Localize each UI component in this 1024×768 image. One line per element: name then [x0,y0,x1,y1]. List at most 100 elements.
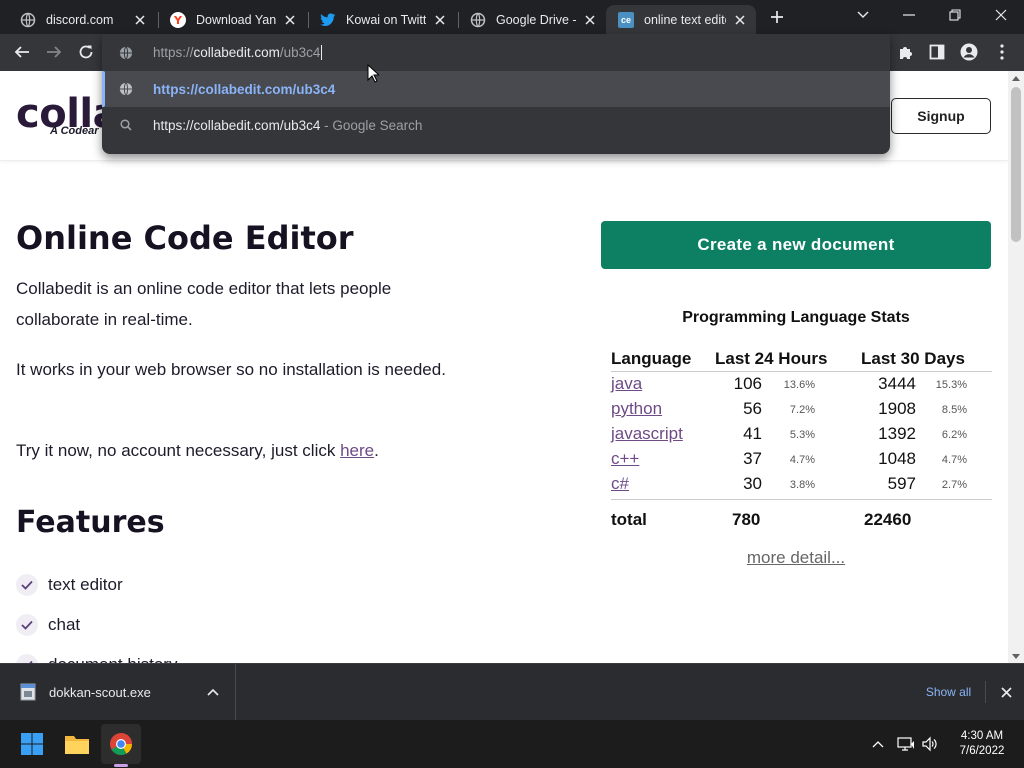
globe-icon [20,12,36,28]
total-last30: 22460 [864,510,912,529]
address-text: https://collabedit.com/ub3c4 [153,44,323,61]
kebab-menu-icon [1000,44,1004,60]
page-title: Online Code Editor [16,219,354,257]
scroll-down-arrow-icon[interactable] [1008,649,1024,663]
tab-search-button[interactable] [840,0,886,30]
close-icon [995,9,1007,21]
last30-count: 1392 [878,424,916,443]
tab-yandex[interactable]: Y Download Yand [158,5,306,34]
volume-icon[interactable] [920,734,940,754]
check-icon [16,574,38,596]
url-scheme: https:// [153,44,194,60]
back-button[interactable] [8,38,36,66]
forward-button[interactable] [40,38,68,66]
close-tab-icon[interactable] [282,12,298,28]
chevron-up-icon [872,741,884,748]
download-bar: dokkan-scout.exe Show all [0,663,1024,720]
text-caret [321,45,323,61]
language-link[interactable]: c++ [611,449,639,468]
table-row: c# 30 3.8% 597 2.7% [611,472,992,497]
last30-percent: 6.2% [941,429,967,441]
new-tab-button[interactable] [767,7,787,27]
clock-time: 4:30 AM [960,730,1004,742]
site-logo-subtitle: A Codear [50,125,99,137]
language-link[interactable]: c# [611,474,629,493]
total-row: total 780 22460 [611,499,992,531]
close-tab-icon[interactable] [732,12,748,28]
table-header-row: Language Last 24 Hours Last 30 Days [611,346,992,372]
close-tab-icon[interactable] [582,12,598,28]
signup-button[interactable]: Signup [891,98,991,134]
search-icon [118,117,134,133]
last24-percent: 4.7% [789,454,815,466]
tab-google-drive[interactable]: Google Drive - V [458,5,606,34]
create-document-button[interactable]: Create a new document [601,221,991,269]
network-icon[interactable] [896,734,916,754]
language-cell: c# [611,474,629,494]
more-detail-link[interactable]: more detail... [601,548,991,568]
scroll-up-arrow-icon[interactable] [1008,71,1024,85]
download-file-name: dokkan-scout.exe [49,685,151,700]
restore-button[interactable] [932,0,978,30]
chevron-up-icon[interactable] [205,684,221,700]
show-all-downloads-button[interactable]: Show all [912,681,986,703]
show-hidden-icons-button[interactable] [868,734,888,754]
omnibox-suggestion-url[interactable]: https://collabedit.com/ub3c4 [102,71,890,107]
suggestion-url-text: https://collabedit.com/ub3c4 [153,81,336,97]
download-item[interactable]: dokkan-scout.exe [0,664,236,720]
close-download-bar-icon[interactable] [998,684,1014,700]
page-scrollbar[interactable] [1008,71,1024,663]
scrollbar-thumb[interactable] [1011,87,1021,242]
feature-item: text editor [16,573,123,597]
puzzle-icon [900,47,912,59]
menu-button[interactable] [988,38,1016,66]
intro-paragraph: Collabedit is an online code editor that… [16,279,392,329]
close-tab-icon[interactable] [132,12,148,28]
tab-title: Google Drive - V [496,12,576,27]
total-label: total [611,510,647,529]
feature-label: chat [48,615,81,634]
tab-title: online text editor [644,12,726,27]
close-tab-icon[interactable] [432,12,448,28]
table-row: javascript 41 5.3% 1392 6.2% [611,422,992,447]
here-link[interactable]: here [340,441,374,460]
mouse-cursor-icon [367,64,379,83]
language-link[interactable]: javascript [611,424,683,443]
svg-text:Y: Y [173,14,183,27]
twitter-icon [320,12,336,28]
chrome-taskbar-button[interactable] [101,724,141,764]
yandex-icon: Y [170,11,186,28]
last30-percent: 2.7% [941,479,967,491]
last30-percent: 15.3% [935,379,967,391]
table-row: java 106 13.6% 3444 15.3% [611,372,992,397]
suggestion-search-suffix: - Google Search [320,117,423,133]
tab-collabedit[interactable]: ce online text editor [606,5,756,34]
globe-icon [118,81,134,97]
extensions-button[interactable] [892,38,920,66]
try-end: . [374,441,379,460]
collabedit-icon: ce [618,11,634,28]
language-link[interactable]: python [611,399,662,418]
language-cell: javascript [611,424,683,444]
taskbar-clock[interactable]: 4:30 AM 7/6/2022 [952,729,1012,759]
tab-title: Kowai on Twitte [346,12,426,27]
last24-count: 106 [733,374,762,393]
windows-taskbar: 4:30 AM 7/6/2022 [0,720,1024,768]
reload-button[interactable] [72,38,100,66]
address-bar-input[interactable]: https://collabedit.com/ub3c4 [102,34,890,71]
start-button[interactable] [12,724,52,764]
tab-strip: discord.com Y Download Yand Kowai on Twi… [0,0,1024,34]
omnibox-suggestion-search[interactable]: https://collabedit.com/ub3c4 - Google Se… [102,107,890,143]
profile-button[interactable] [955,38,983,66]
url-host: collabedit.com [193,44,280,60]
language-link[interactable]: java [611,374,642,393]
file-explorer-button[interactable] [57,724,97,764]
forward-arrow-icon [47,46,62,58]
feature-item: chat [16,613,80,637]
active-app-indicator [114,764,128,767]
side-panel-button[interactable] [923,38,951,66]
close-window-button[interactable] [978,0,1024,30]
tab-discord[interactable]: discord.com [8,5,156,34]
minimize-button[interactable] [886,0,932,30]
tab-twitter[interactable]: Kowai on Twitte [308,5,456,34]
